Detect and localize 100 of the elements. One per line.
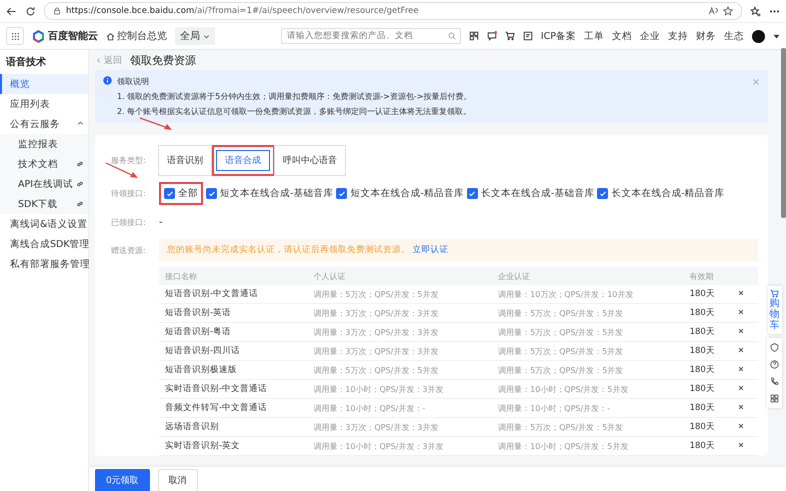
check-icon — [598, 190, 607, 198]
table-cell: 180天 — [684, 304, 732, 322]
phone-icon — [770, 377, 779, 386]
check-icon — [208, 190, 216, 198]
nav-link[interactable]: 生态 — [724, 30, 744, 42]
table-cell: 180天 — [684, 342, 732, 360]
apps-button[interactable] — [6, 27, 24, 45]
remove-icon — [738, 404, 744, 410]
remove-icon — [738, 366, 744, 372]
nav-link[interactable]: 工单 — [584, 30, 604, 42]
annotation-arrow — [106, 162, 138, 178]
lock-icon — [53, 7, 61, 15]
chevron-left-icon — [95, 56, 102, 64]
logo-icon — [32, 30, 45, 42]
claim-button[interactable]: 0元领取 — [95, 468, 150, 491]
checkbox[interactable]: 短文本在线合成-精品音库 — [336, 187, 464, 200]
field-label: 赠送资源: — [111, 244, 147, 256]
table-cell: 调用量：3万次；QPS/并发：3并发 — [307, 322, 492, 342]
table-cell: 调用量：10小时；QPS/并发：3并发 — [307, 380, 492, 398]
address-bar[interactable]: https://console.bce.baidu.com/ai/?fromai=1#/ai/speech/overview/resource/getFree — [44, 2, 742, 20]
table-cell: 实时语音识别-英文 — [159, 436, 308, 456]
sidebar-item[interactable]: SDK下载 — [0, 194, 88, 214]
cart-icon — [504, 31, 515, 41]
remove-icon — [738, 328, 744, 334]
checkbox[interactable]: 长文本在线合成-基础音库 — [466, 187, 594, 200]
search-icon — [448, 32, 456, 40]
table-cell: 调用量：3万次；QPS/并发：3并发 — [307, 342, 492, 360]
cart-icon — [770, 289, 779, 298]
table-cell: 实时语音识别-中文普通话 — [159, 380, 308, 398]
service-tab[interactable]: 语音识别 — [158, 145, 212, 176]
console-link[interactable]: 控制台总览 — [106, 29, 167, 43]
grid-icon — [10, 32, 20, 40]
nav-link[interactable]: 财务 — [696, 30, 716, 42]
table-cell: 调用量：5万次；QPS/并发：5并发 — [492, 360, 684, 380]
remove-icon — [738, 385, 744, 391]
sidebar-item[interactable]: 应用列表 — [0, 94, 88, 114]
scrollbar[interactable] — [781, 48, 786, 218]
table-cell: 调用量：10万次；QPS/并发：10并发 — [492, 285, 684, 304]
star-icon — [723, 6, 733, 16]
sidebar-item[interactable]: 私有部署服务管理 — [0, 254, 88, 274]
check-icon — [166, 190, 174, 198]
table-cell: 短语音识别-英语 — [159, 304, 308, 322]
sidebar-item[interactable]: 监控报表 — [0, 134, 88, 154]
sidebar-item[interactable]: 概览 — [0, 74, 88, 94]
check-icon — [338, 190, 346, 198]
search-field[interactable]: 请输入您想要搜索的产品、文档 — [280, 28, 461, 44]
remove-icon — [738, 347, 744, 353]
column-header: 有效期 — [684, 267, 732, 285]
chevron-up-icon — [77, 120, 84, 126]
checkbox[interactable]: 短文本在线合成-基础音库 — [206, 187, 334, 200]
table-cell: 短语音识别极速版 — [159, 360, 308, 380]
sidebar-item[interactable]: 公有云服务 — [0, 114, 88, 134]
link-icon — [76, 160, 84, 168]
notice-text: 1. 领取的免费测试资源将于5分钟内生效；调用量扣费顺序：免费测试资源->资源包->按量后付费。 — [117, 91, 472, 102]
service-tab[interactable]: 呼叫中心语音 — [274, 145, 346, 176]
table-cell: 远场语音识别 — [159, 418, 308, 436]
remove-icon — [738, 423, 744, 429]
table-cell: 调用量：5万次；QPS/并发：5并发 — [307, 360, 492, 380]
nav-link[interactable]: ICP备案 — [540, 30, 576, 42]
sidebar-item[interactable]: 技术文档 — [0, 154, 88, 174]
qr-icon — [468, 31, 479, 41]
nav-link[interactable]: 支持 — [668, 30, 688, 42]
checkbox[interactable]: 长文本在线合成-精品音库 — [597, 187, 725, 200]
nav-link[interactable]: 企业 — [640, 30, 660, 42]
cart-button[interactable]: 购物车 — [768, 286, 782, 334]
remove-icon — [738, 290, 744, 296]
table-cell: 调用量：5万次；QPS/并发：5并发 — [492, 342, 684, 360]
nav-link[interactable]: 文档 — [612, 30, 632, 42]
avatar[interactable] — [752, 30, 765, 42]
column-header: 个人认证 — [307, 267, 492, 285]
table-cell: 180天 — [684, 398, 732, 418]
caret-icon — [773, 32, 780, 40]
sidebar-item[interactable]: API在线调试 — [0, 174, 88, 194]
help-icon — [770, 360, 779, 369]
scope-dropdown[interactable]: 全局 — [175, 27, 215, 45]
table-cell: 调用量：5万次；QPS/并发：5并发 — [492, 418, 684, 436]
check-icon — [468, 190, 476, 198]
shield-icon — [770, 343, 779, 352]
logo-text: 百度智能云 — [48, 29, 98, 43]
remove-icon — [738, 442, 744, 448]
service-tab[interactable]: 语音合成 — [216, 150, 270, 171]
table-cell: 调用量：5万次；QPS/并发：5并发 — [492, 322, 684, 342]
close-icon — [752, 78, 760, 86]
sidebar-item[interactable]: 离线词&语义设置 — [0, 214, 88, 234]
back-icon — [6, 6, 17, 16]
cancel-button[interactable]: 取消 — [158, 468, 198, 491]
table-cell: 短语音识别-粤语 — [159, 322, 308, 342]
table-cell: 调用量：10小时；QPS/并发：- — [492, 398, 684, 418]
sidebar-item[interactable]: 离线合成SDK管理 — [0, 234, 88, 254]
message-icon — [486, 31, 497, 41]
field-label: 待领接口: — [111, 188, 147, 199]
field-label: 服务类型: — [111, 155, 147, 166]
remove-icon — [738, 309, 744, 315]
column-header: 接口名称 — [159, 267, 308, 285]
verify-link[interactable]: 立即认证 — [412, 245, 449, 255]
info-icon — [103, 76, 112, 85]
apps-icon — [770, 394, 779, 403]
checkbox[interactable]: 全部 — [164, 187, 198, 200]
table-cell: 短语音识别-中文普通话 — [159, 285, 308, 304]
url-text: https://console.bce.baidu.com/ai/?fromai=1#/ai/speech/overview/resource/getFree — [66, 6, 419, 16]
